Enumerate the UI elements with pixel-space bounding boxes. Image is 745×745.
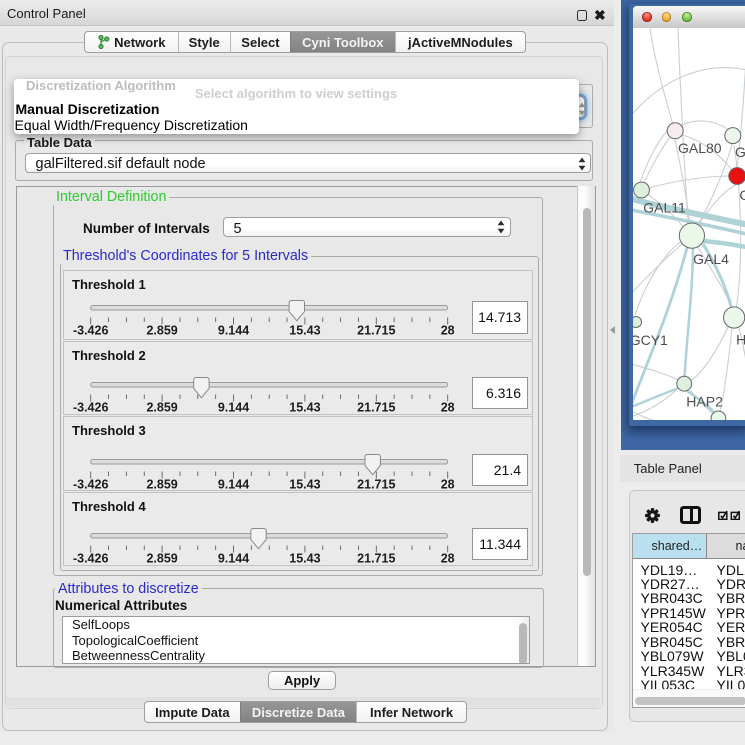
svg-text:H: H [736, 332, 745, 348]
svg-text:9.144: 9.144 [217, 478, 248, 492]
svg-text:21.715: 21.715 [357, 551, 395, 565]
svg-text:9.144: 9.144 [217, 401, 248, 415]
svg-text:15.43: 15.43 [289, 401, 320, 415]
svg-text:9.144: 9.144 [217, 551, 248, 565]
svg-text:21.715: 21.715 [357, 324, 395, 338]
svg-text:HAP2: HAP2 [686, 394, 723, 410]
svg-text:15.43: 15.43 [289, 324, 320, 338]
svg-text:2.859: 2.859 [146, 478, 177, 492]
svg-text:-3.426: -3.426 [72, 551, 107, 565]
svg-text:GAL80: GAL80 [678, 140, 722, 156]
svg-text:21.715: 21.715 [357, 401, 395, 415]
svg-text:GCY1: GCY1 [633, 332, 668, 348]
svg-text:-3.426: -3.426 [72, 324, 107, 338]
svg-text:GAL11: GAL11 [643, 200, 686, 216]
svg-text:GAL4: GAL4 [693, 251, 729, 267]
svg-text:2.859: 2.859 [146, 551, 177, 565]
svg-text:28: 28 [440, 478, 454, 492]
svg-text:28: 28 [440, 401, 454, 415]
svg-text:28: 28 [440, 324, 454, 338]
svg-text:2.859: 2.859 [146, 401, 177, 415]
svg-text:-3.426: -3.426 [72, 478, 107, 492]
svg-text:15.43: 15.43 [289, 478, 320, 492]
svg-text:-3.426: -3.426 [72, 401, 107, 415]
svg-text:9.144: 9.144 [217, 324, 248, 338]
svg-text:2.859: 2.859 [146, 324, 177, 338]
svg-text:15.43: 15.43 [289, 551, 320, 565]
svg-text:21.715: 21.715 [357, 478, 395, 492]
svg-text:GA: GA [735, 144, 745, 160]
svg-text:28: 28 [440, 551, 454, 565]
svg-text:C: C [739, 187, 745, 203]
